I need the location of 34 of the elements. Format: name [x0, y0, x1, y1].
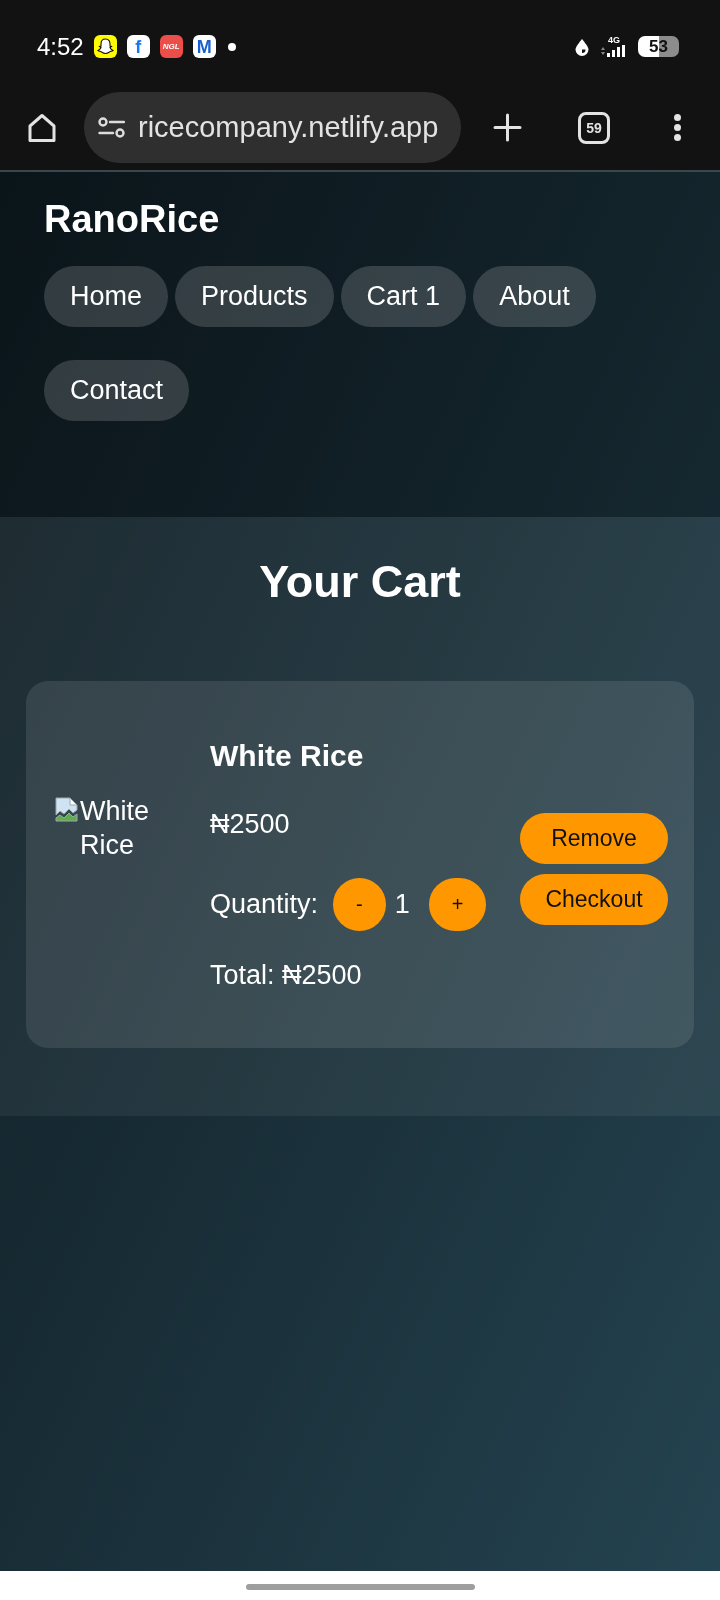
home-icon[interactable]: [26, 111, 58, 144]
clock-time: 4:52: [37, 32, 84, 61]
nav-link[interactable]: Contact: [44, 360, 190, 421]
image-alt-text: White Rice: [80, 795, 151, 862]
dot-icon: [227, 42, 236, 51]
product-price: ₦2500: [210, 808, 290, 840]
water-drop-icon: [574, 37, 590, 56]
app-notification-icon: M: [192, 35, 216, 58]
overflow-menu-icon[interactable]: [673, 113, 682, 142]
app-notification-icon: NGL: [159, 35, 183, 58]
increase-quantity-button[interactable]: +: [428, 878, 487, 931]
nav-link[interactable]: Cart 1: [340, 266, 467, 327]
app-notification-icon: f: [126, 35, 150, 58]
url-text[interactable]: ricecompany.netlify.app: [138, 111, 439, 144]
decrease-quantity-button[interactable]: -: [333, 878, 386, 931]
broken-image-icon: [53, 796, 80, 823]
nav-link[interactable]: About: [473, 266, 596, 327]
sliders-icon[interactable]: [98, 117, 125, 138]
product-name: White Rice: [210, 738, 364, 774]
checkout-button[interactable]: Checkout: [520, 873, 668, 925]
signal-icon: [600, 45, 627, 57]
plus-icon[interactable]: [493, 113, 522, 142]
nav-link[interactable]: Home: [44, 266, 169, 327]
address-bar[interactable]: ricecompany.netlify.app: [84, 92, 461, 163]
battery-indicator: 53: [638, 36, 679, 57]
nav-link[interactable]: Products: [175, 266, 334, 327]
tab-switcher-button[interactable]: 59: [578, 111, 610, 144]
quantity-value: 1: [394, 889, 410, 920]
network-type-label: 4G: [608, 36, 620, 45]
cart-title: Your Cart: [259, 555, 461, 609]
remove-button[interactable]: Remove: [520, 812, 668, 864]
item-total: Total: ₦2500: [210, 959, 362, 991]
site-logo[interactable]: RanoRice: [44, 196, 220, 242]
quantity-label: Quantity:: [210, 889, 319, 920]
